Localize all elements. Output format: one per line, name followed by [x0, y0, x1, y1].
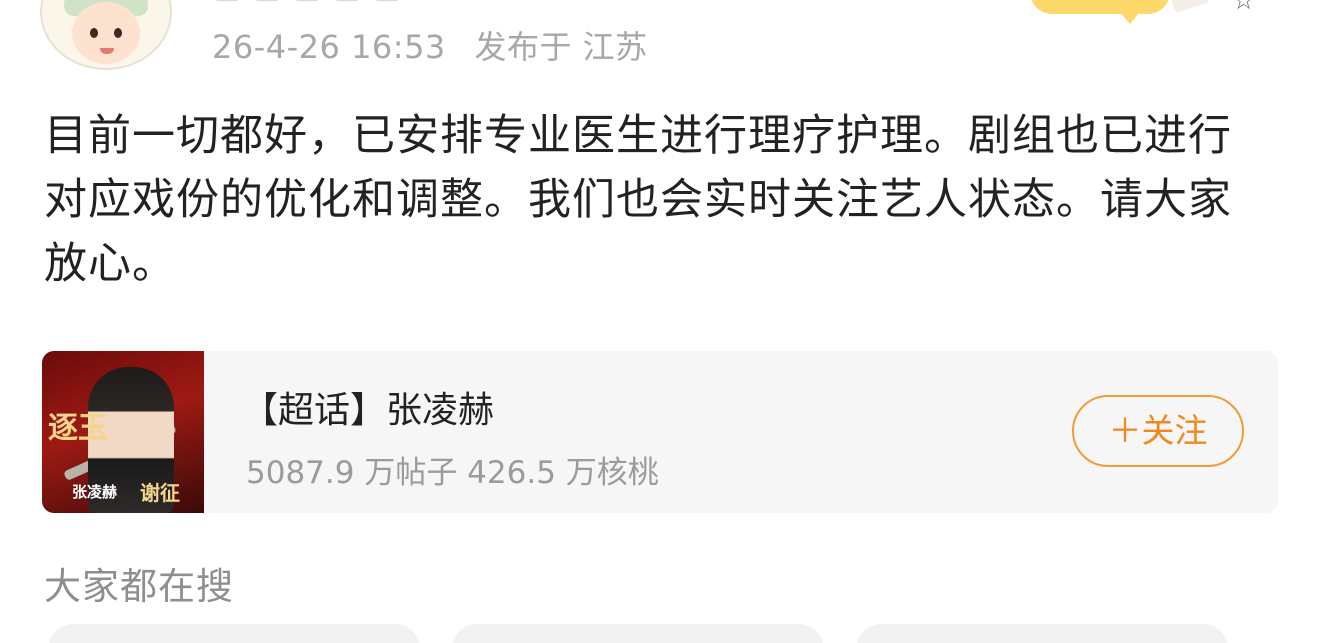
trending-search-heading: 大家都在搜: [44, 565, 234, 608]
avatar-eye-shape: [114, 28, 122, 38]
post-timestamp: 26-4-26 16:53: [212, 28, 446, 66]
avatar-eye-shape: [90, 28, 98, 38]
super-topic-card[interactable]: 逐玉 张凌赫 谢征 【超话】张凌赫 5087.9 万帖子 426.5 万核桃 ＋…: [42, 351, 1278, 513]
follow-button[interactable]: ＋关注: [1072, 395, 1244, 467]
decorative-badge-icon: [1030, 0, 1170, 24]
thumbnail-calligraphy: 逐玉: [48, 411, 108, 446]
post-meta: 26-4-26 16:53 发布于 江苏: [212, 22, 648, 68]
trending-search-chip[interactable]: [452, 624, 824, 643]
user-avatar[interactable]: [40, 0, 172, 70]
post-body-text: 目前一切都好，已安排专业医生进行理疗护理。剧组也已进行对应戏份的优化和调整。我们…: [44, 111, 1232, 289]
trending-search-chip[interactable]: [856, 624, 1228, 643]
weibo-post-page: 26-4-26 16:53 发布于 江苏 ☆ 目前一切都好，已安排专业医生进行理…: [0, 0, 1320, 643]
thumbnail-caption-actor: 张凌赫: [72, 483, 118, 501]
post-location: 发布于 江苏: [474, 28, 648, 66]
super-topic-thumbnail: 逐玉 张凌赫 谢征: [42, 351, 204, 513]
super-topic-title: 【超话】张凌赫: [242, 390, 495, 431]
thumbnail-caption-role: 谢征: [140, 481, 180, 505]
decorative-tag-icon: [1170, 0, 1210, 14]
trending-search-chip[interactable]: [48, 624, 420, 643]
super-topic-stats: 5087.9 万帖子 426.5 万核桃: [246, 455, 659, 491]
star-outline-icon[interactable]: ☆: [1232, 0, 1255, 16]
username-cropped[interactable]: [212, 0, 532, 6]
avatar-face-shape: [72, 2, 140, 64]
